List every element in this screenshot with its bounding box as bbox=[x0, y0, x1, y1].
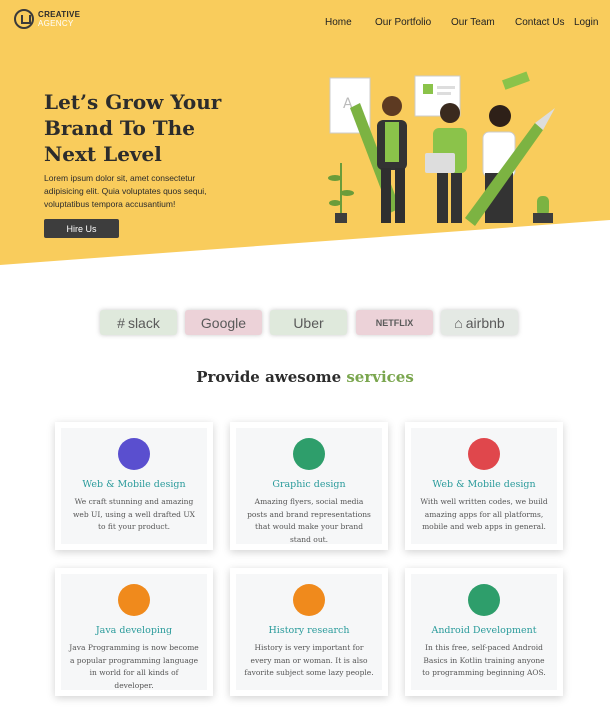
card-title: Web & Mobile design bbox=[82, 479, 186, 490]
nav-login[interactable]: Login bbox=[574, 17, 598, 28]
brand-label: NETFLIX bbox=[375, 317, 414, 328]
card-title: History research bbox=[268, 625, 350, 636]
services-heading-accent: services bbox=[346, 368, 414, 386]
card-body: Android Development In this free, self-p… bbox=[411, 574, 557, 690]
card-body: History research History is very importa… bbox=[236, 574, 382, 690]
brand-netflix: NETFLIX bbox=[356, 310, 433, 335]
brand-label: airbnb bbox=[465, 314, 505, 331]
nav-team[interactable]: Our Team bbox=[451, 17, 495, 28]
services-heading: Provide awesome services bbox=[0, 368, 610, 386]
card-body: Graphic design Amazing flyers, social me… bbox=[236, 428, 382, 544]
card-description: With well written codes, we build amazin… bbox=[420, 497, 548, 531]
brand-uber: Uber bbox=[270, 310, 347, 335]
services-heading-prefix: Provide awesome bbox=[196, 368, 347, 386]
nav-home[interactable]: Home bbox=[325, 17, 352, 28]
hero-illustration: A bbox=[328, 71, 555, 226]
card-description: History is very important for every man … bbox=[244, 643, 374, 677]
card-description: Java Programming is now become a popular… bbox=[69, 643, 199, 690]
hero-text: Lorem ipsum dolor sit, amet consectetur … bbox=[44, 173, 207, 209]
card-title: Web & Mobile design bbox=[432, 479, 536, 490]
card-description: We craft stunning and amazing web UI, us… bbox=[72, 497, 195, 531]
brand-slack: # slack bbox=[100, 310, 177, 335]
service-card[interactable]: History research History is very importa… bbox=[230, 568, 388, 696]
palette-icon bbox=[293, 438, 325, 470]
service-card[interactable]: Graphic design Amazing flyers, social me… bbox=[230, 422, 388, 550]
brand-label: slack bbox=[127, 314, 160, 331]
hero-title: Let’s Grow Your Brand To The Next Level bbox=[44, 90, 222, 166]
hire-us-button[interactable]: Hire Us bbox=[44, 219, 119, 238]
brand-label: Uber bbox=[293, 314, 324, 331]
airbnb-icon: ⌂ bbox=[454, 314, 463, 331]
card-body: Web & Mobile design With well written co… bbox=[411, 428, 557, 544]
card-description: Amazing flyers, social media posts and b… bbox=[247, 497, 371, 544]
brand-airbnb: ⌂ airbnb bbox=[441, 310, 518, 335]
brand-google: Google bbox=[185, 310, 262, 335]
mobile-design-icon bbox=[118, 438, 150, 470]
service-card[interactable]: Android Development In this free, self-p… bbox=[405, 568, 563, 696]
nav-contact[interactable]: Contact Us bbox=[515, 17, 564, 28]
card-title: Android Development bbox=[431, 625, 537, 636]
service-card[interactable]: Java developing Java Programming is now … bbox=[55, 568, 213, 696]
monitor-icon bbox=[468, 438, 500, 470]
service-card[interactable]: Web & Mobile design We craft stunning an… bbox=[55, 422, 213, 550]
card-title: Java developing bbox=[95, 625, 173, 636]
card-body: Java developing Java Programming is now … bbox=[61, 574, 207, 690]
slack-icon: # bbox=[117, 314, 125, 331]
brand-logos: # slack Google Uber NETFLIX ⌂ airbnb bbox=[100, 310, 520, 335]
card-title: Graphic design bbox=[272, 479, 346, 490]
card-description: In this free, self-paced Android Basics … bbox=[422, 643, 546, 677]
android-icon bbox=[468, 584, 500, 616]
service-card[interactable]: Web & Mobile design With well written co… bbox=[405, 422, 563, 550]
font-icon bbox=[118, 584, 150, 616]
main-nav: Home Our Portfolio Our Team Contact Us L… bbox=[0, 17, 610, 31]
nav-portfolio[interactable]: Our Portfolio bbox=[375, 17, 431, 28]
card-body: Web & Mobile design We craft stunning an… bbox=[61, 428, 207, 544]
brand-label: Google bbox=[200, 314, 247, 331]
history-icon bbox=[293, 584, 325, 616]
